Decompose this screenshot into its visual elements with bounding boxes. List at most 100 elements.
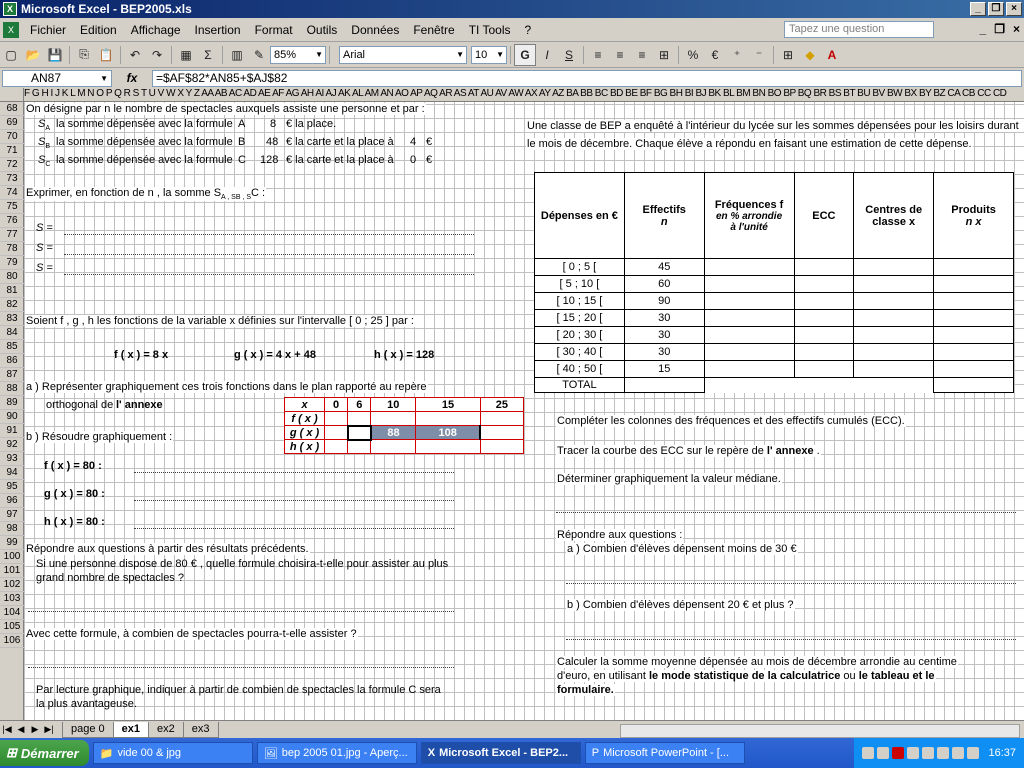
row-header[interactable]: 89 — [0, 396, 24, 410]
row-header[interactable]: 77 — [0, 228, 24, 242]
row-header[interactable]: 72 — [0, 158, 24, 172]
table-cell[interactable] — [479, 411, 525, 426]
font-size-select[interactable]: 10 — [471, 45, 507, 64]
row-header[interactable]: 84 — [0, 326, 24, 340]
row-header[interactable]: 96 — [0, 494, 24, 508]
tab-ex1[interactable]: ex1 — [112, 721, 150, 738]
task-item-preview[interactable]: 🖼 bep 2005 01.jpg - Aperç... — [256, 742, 417, 764]
row-header[interactable]: 95 — [0, 480, 24, 494]
row-header[interactable]: 94 — [0, 466, 24, 480]
table-cell[interactable] — [703, 360, 795, 378]
row-header[interactable]: 85 — [0, 340, 24, 354]
task-item-folder[interactable]: 📁 vide 00 & jpg — [92, 742, 253, 764]
table-cell[interactable] — [323, 425, 349, 440]
tray-icon[interactable] — [967, 747, 980, 759]
table-cell[interactable] — [793, 292, 855, 310]
tray-icon[interactable] — [877, 747, 890, 759]
underline-icon[interactable]: S — [558, 44, 580, 66]
font-color-icon[interactable]: A — [821, 44, 843, 66]
calculator-icon[interactable]: ▦ — [175, 44, 197, 66]
row-headers[interactable]: 68 69 70 71 72 73 74 75 76 77 78 79 80 81 82 83 84 85 86 87… — [0, 102, 24, 720]
spreadsheet-grid[interactable]: F G H I J K L M N O P Q R S T U V W X Y … — [0, 88, 1024, 720]
row-header[interactable]: 104 — [0, 606, 24, 620]
row-header[interactable]: 83 — [0, 312, 24, 326]
task-item-powerpoint[interactable]: P Microsoft PowerPoint - [... — [584, 742, 745, 764]
tray-icon[interactable] — [937, 747, 950, 759]
row-header[interactable]: 81 — [0, 284, 24, 298]
row-header[interactable]: 91 — [0, 424, 24, 438]
percent-icon[interactable]: % — [682, 44, 704, 66]
next-sheet-button[interactable]: ▶ — [28, 724, 42, 735]
table-cell[interactable] — [370, 439, 417, 454]
table-cell[interactable] — [853, 258, 935, 276]
table-cell[interactable] — [933, 309, 1014, 327]
doc-close-button[interactable]: × — [1013, 22, 1020, 36]
table-cell[interactable] — [347, 411, 372, 426]
selected-cell[interactable]: 108 — [415, 425, 482, 440]
row-header[interactable]: 98 — [0, 522, 24, 536]
menu-affichage[interactable]: Affichage — [124, 23, 188, 37]
euro-icon[interactable]: € — [704, 44, 726, 66]
table-cell[interactable] — [853, 343, 935, 361]
row-header[interactable]: 106 — [0, 634, 24, 648]
first-sheet-button[interactable]: |◀ — [0, 724, 14, 735]
table-cell[interactable] — [933, 326, 1014, 344]
row-header[interactable]: 82 — [0, 298, 24, 312]
table-cell[interactable] — [793, 258, 855, 276]
row-header[interactable]: 103 — [0, 592, 24, 606]
table-cell[interactable] — [703, 275, 795, 293]
decrease-decimal-icon[interactable]: ⁻ — [748, 44, 770, 66]
last-sheet-button[interactable]: ▶| — [42, 724, 56, 735]
row-header[interactable]: 87 — [0, 368, 24, 382]
align-right-icon[interactable]: ≡ — [631, 44, 653, 66]
table-cell[interactable] — [793, 343, 855, 361]
table-cell[interactable] — [479, 425, 525, 440]
paste-icon[interactable]: 📋 — [95, 44, 117, 66]
formula-input[interactable]: =$AF$82*AN85+$AJ$82 — [152, 69, 1022, 87]
table-cell[interactable] — [853, 292, 935, 310]
tray-icon[interactable] — [922, 747, 935, 759]
tray-icon[interactable] — [907, 747, 920, 759]
worksheet[interactable]: On désigne par n le nombre de spectacles… — [24, 102, 1024, 720]
table-cell[interactable] — [853, 326, 935, 344]
tray-icon[interactable] — [892, 747, 905, 759]
name-box[interactable]: AN87 — [2, 69, 112, 87]
task-item-excel[interactable]: X Microsoft Excel - BEP2... — [420, 742, 581, 764]
menu-fichier[interactable]: Fichier — [23, 23, 73, 37]
row-header[interactable]: 92 — [0, 438, 24, 452]
table-cell[interactable] — [479, 439, 525, 454]
row-header[interactable]: 76 — [0, 214, 24, 228]
table-cell[interactable] — [933, 343, 1014, 361]
table-cell[interactable] — [793, 326, 855, 344]
menu-format[interactable]: Format — [248, 23, 300, 37]
fill-color-icon[interactable]: ◆ — [799, 44, 821, 66]
minimize-button[interactable]: _ — [970, 2, 986, 16]
menu-outils[interactable]: Outils — [300, 23, 345, 37]
ask-question-input[interactable]: Tapez une question — [784, 21, 934, 38]
row-header[interactable]: 97 — [0, 508, 24, 522]
table-cell[interactable] — [793, 275, 855, 293]
increase-decimal-icon[interactable]: ⁺ — [726, 44, 748, 66]
close-button[interactable]: × — [1006, 2, 1022, 16]
table-cell[interactable] — [346, 424, 372, 441]
drawing-icon[interactable]: ✎ — [248, 44, 270, 66]
merge-center-icon[interactable]: ⊞ — [653, 44, 675, 66]
clock[interactable]: 16:37 — [988, 747, 1016, 759]
copy-icon[interactable]: ⎘ — [73, 44, 95, 66]
menu-help[interactable]: ? — [517, 23, 538, 37]
new-icon[interactable]: ▢ — [0, 44, 22, 66]
table-cell[interactable] — [323, 439, 349, 454]
table-cell[interactable] — [933, 258, 1014, 276]
table-cell[interactable] — [415, 411, 481, 426]
row-header[interactable]: 75 — [0, 200, 24, 214]
menu-edition[interactable]: Edition — [73, 23, 124, 37]
tab-ex2[interactable]: ex2 — [148, 721, 184, 738]
row-header[interactable]: 105 — [0, 620, 24, 634]
tray-icon[interactable] — [952, 747, 965, 759]
table-cell[interactable] — [793, 309, 855, 327]
row-header[interactable]: 93 — [0, 452, 24, 466]
open-icon[interactable]: 📂 — [22, 44, 44, 66]
row-header[interactable]: 99 — [0, 536, 24, 550]
row-header[interactable]: 100 — [0, 550, 24, 564]
table-cell[interactable] — [853, 309, 935, 327]
